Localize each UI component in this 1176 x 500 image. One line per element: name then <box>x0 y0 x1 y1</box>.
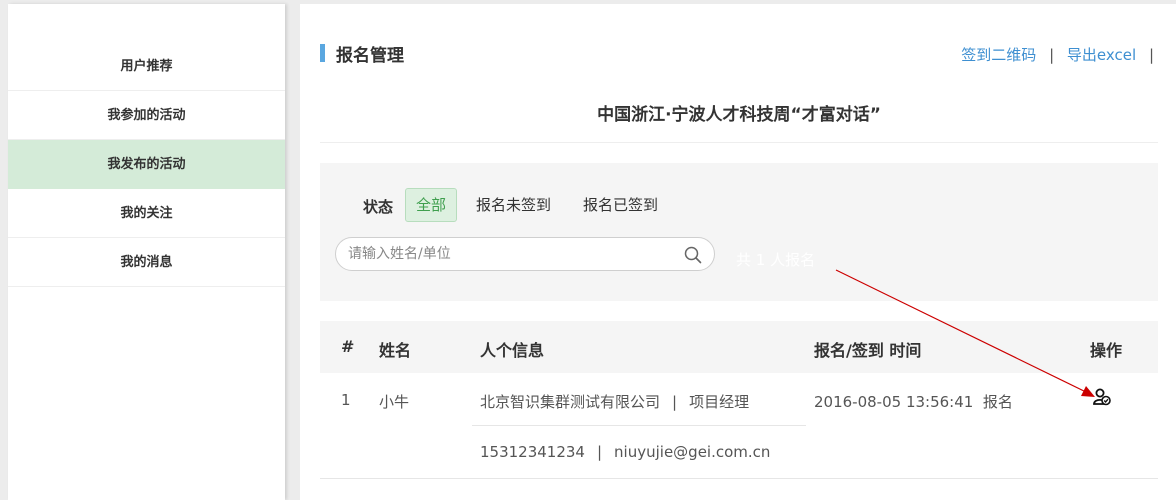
search-box <box>335 237 715 271</box>
header-links: 签到二维码 | 导出excel | <box>961 44 1154 65</box>
table-header: # 姓名 人个信息 报名/签到 时间 操作 <box>320 321 1158 373</box>
registration-table: # 姓名 人个信息 报名/签到 时间 操作 1 小牛 北京智识集群测试有限公司 |… <box>320 321 1158 479</box>
row-name: 小牛 <box>379 393 410 411</box>
divider <box>320 142 1158 143</box>
sidebar-item-published-activities[interactable]: 我发布的活动 <box>8 140 285 189</box>
filter-tab-all[interactable]: 全部 <box>405 188 458 222</box>
row-company: 北京智识集群测试有限公司 <box>480 393 661 411</box>
row-status: 报名 <box>982 393 1013 411</box>
row-email: niuyujie@gei.com.cn <box>614 443 771 461</box>
title-accent-bar <box>320 44 325 62</box>
status-label: 状态 <box>363 198 394 216</box>
info-separator: | <box>596 443 603 461</box>
export-excel-link[interactable]: 导出excel <box>1067 46 1136 64</box>
search-input[interactable] <box>348 244 668 264</box>
header-action: 操作 <box>1090 341 1123 360</box>
sidebar-item-recommend[interactable]: 用户推荐 <box>8 42 285 91</box>
header-time: 报名/签到 时间 <box>814 341 922 360</box>
filter-panel: 状态 全部 报名未签到 报名已签到 共 1 人报名 <box>320 163 1158 301</box>
sidebar-item-messages[interactable]: 我的消息 <box>8 238 285 287</box>
row-index: 1 <box>341 391 351 409</box>
link-separator: | <box>1049 46 1055 64</box>
link-separator-trailing: | <box>1148 46 1154 64</box>
filter-tab-not-signed-in[interactable]: 报名未签到 <box>465 188 562 222</box>
row-position: 项目经理 <box>689 393 750 411</box>
info-separator: | <box>672 393 678 411</box>
row-time-line: 2016-08-05 13:56:41 报名 <box>814 391 1013 412</box>
row-contact-line: 15312341234 | niuyujie@gei.com.cn <box>480 443 770 461</box>
filter-tab-signed-in[interactable]: 报名已签到 <box>572 188 669 222</box>
table-row: 1 小牛 北京智识集群测试有限公司 | 项目经理 15312341234 | niuyu… <box>320 373 1158 479</box>
qrcode-link[interactable]: 签到二维码 <box>961 46 1036 64</box>
user-check-icon[interactable] <box>1092 387 1112 407</box>
info-divider <box>472 425 806 426</box>
row-company-line: 北京智识集群测试有限公司 | 项目经理 <box>480 391 749 412</box>
sidebar-item-joined-activities[interactable]: 我参加的活动 <box>8 91 285 140</box>
header-index: # <box>341 337 355 356</box>
header-name: 姓名 <box>379 341 412 360</box>
sidebar-item-following[interactable]: 我的关注 <box>8 189 285 238</box>
row-phone: 15312341234 <box>480 443 585 461</box>
header-info: 人个信息 <box>480 341 545 360</box>
search-icon[interactable] <box>684 246 702 264</box>
sidebar: 用户推荐 我参加的活动 我发布的活动 我的关注 我的消息 <box>8 4 285 500</box>
registration-count: 共 1 人报名 <box>736 251 816 269</box>
row-time: 2016-08-05 13:56:41 <box>814 393 974 411</box>
event-title: 中国浙江·宁波人才科技周“才富对话” <box>597 105 881 125</box>
page-title: 报名管理 <box>336 46 404 66</box>
main-panel: 报名管理 签到二维码 | 导出excel | 中国浙江·宁波人才科技周“才富对话… <box>300 4 1176 500</box>
